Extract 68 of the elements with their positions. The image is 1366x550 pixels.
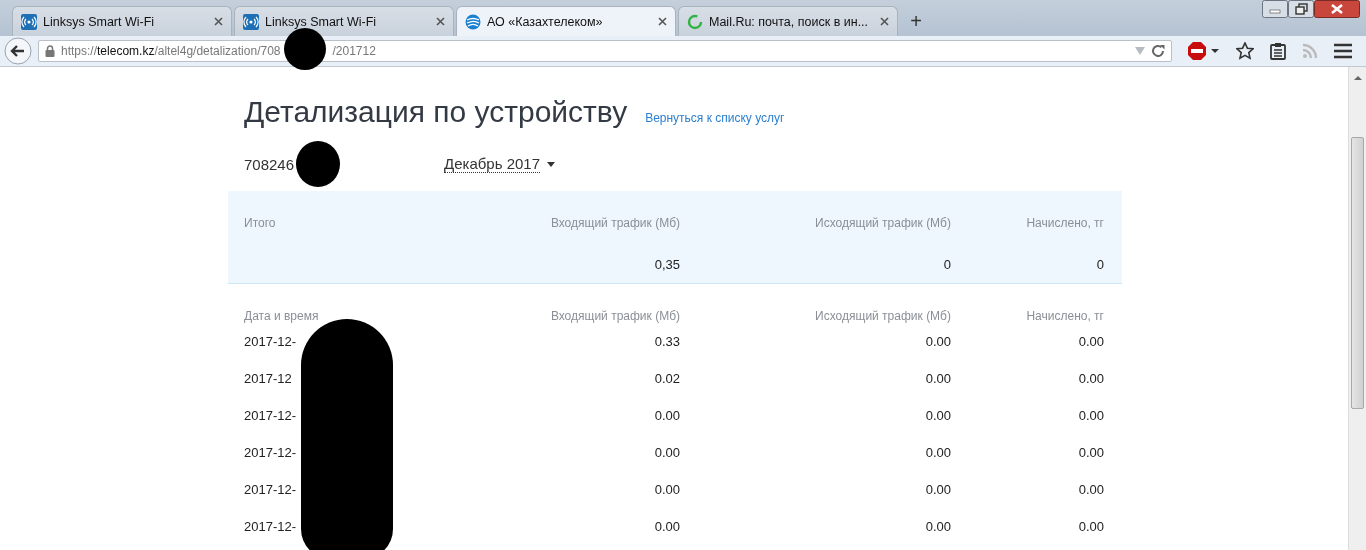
back-link[interactable]: Вернуться к списку услуг — [645, 111, 785, 125]
table-cell-text: 0.00 — [653, 481, 680, 499]
table-cell-text: 2017-12 — [244, 370, 293, 388]
wireless-icon — [243, 13, 259, 30]
browser-tab[interactable]: Mail.Ru: почта, поиск в ин... — [678, 6, 898, 36]
browser-tab[interactable]: АО «Казахтелеком» — [456, 6, 676, 36]
reload-icon[interactable] — [1151, 44, 1165, 58]
table-cell-text: 0.02 — [653, 370, 680, 388]
table-cell-text: 0 — [1095, 255, 1104, 274]
table-cell-text: 0.00 — [924, 444, 951, 462]
table-cell-text: 0.00 — [1077, 407, 1104, 425]
table-cell-text: 0.00 — [924, 481, 951, 499]
close-icon[interactable] — [436, 17, 445, 26]
table-cell-text: 0.33 — [653, 333, 680, 351]
lock-icon — [45, 45, 55, 57]
table-cell-text: 2017-12- — [244, 444, 298, 462]
star-icon[interactable] — [1236, 42, 1254, 60]
column-header: Входящий трафик (Мб) — [549, 216, 680, 232]
wireless-icon — [21, 13, 37, 30]
browser-tab[interactable]: Linksys Smart Wi-Fi — [12, 6, 232, 36]
caret-icon — [547, 161, 556, 167]
table-cell-text: 0.00 — [1077, 333, 1104, 351]
table-cell-text: 2017-12- — [244, 481, 298, 499]
column-header: Входящий трафик (Мб) — [549, 309, 680, 323]
column-header: Начислено, тг — [1025, 216, 1104, 232]
table-cell-text: 2017-12- — [244, 333, 298, 351]
url-text: https://telecom.kz/altel4g/detalization/708 — [61, 44, 281, 58]
table-cell-text: 0.00 — [924, 518, 951, 536]
address-bar[interactable]: https://telecom.kz/altel4g/detalization/708 /201712 — [38, 40, 1172, 62]
loading-icon — [687, 13, 703, 30]
new-tab-button[interactable]: + — [900, 6, 932, 36]
table-cell-text: 0.00 — [1077, 444, 1104, 462]
close-icon[interactable] — [1314, 0, 1360, 18]
close-icon[interactable] — [880, 17, 889, 26]
table-cell-text: 0 — [942, 255, 951, 274]
globe-icon — [465, 13, 481, 30]
redaction-mark — [284, 28, 326, 70]
scrollbar[interactable] — [1348, 67, 1366, 550]
table-cell-text: 0.00 — [653, 407, 680, 425]
period-dropdown[interactable]: Декабрь 2017 — [444, 155, 556, 173]
table-cell-text: 0.00 — [924, 370, 951, 388]
column-header: Дата и время — [244, 309, 320, 323]
table-cell-text: 0.00 — [924, 333, 951, 351]
column-header: Начислено, тг — [1025, 309, 1104, 323]
device-number: 708246 — [244, 155, 295, 173]
page-title: Детализация по устройству — [244, 95, 628, 129]
redaction-mark — [296, 141, 341, 187]
table-cell-text: 0.00 — [1077, 481, 1104, 499]
column-header: Исходящий трафик (Мб) — [814, 309, 951, 323]
table-cell-text: 0.00 — [924, 407, 951, 425]
url-text: /201712 — [332, 44, 376, 58]
minimize-icon[interactable] — [1262, 0, 1288, 18]
table-cell-text: 2017-12- — [244, 518, 298, 536]
menu-icon[interactable] — [1334, 43, 1352, 59]
close-icon[interactable] — [214, 17, 223, 26]
table-cell-text: 2017-12- — [244, 407, 298, 425]
table-cell-text: 0,35 — [653, 255, 680, 274]
table-cell-text: 0.00 — [653, 518, 680, 536]
clipboard-icon[interactable] — [1270, 42, 1286, 60]
table-cell-text: 0.00 — [1077, 370, 1104, 388]
table-cell-text: 0.00 — [1077, 518, 1104, 536]
browser-tab[interactable]: Linksys Smart Wi-Fi — [234, 6, 454, 36]
column-header: Итого — [244, 216, 277, 232]
restore-icon[interactable] — [1288, 0, 1314, 18]
table-cell-text: 0.00 — [653, 444, 680, 462]
close-icon[interactable] — [658, 17, 667, 26]
column-header: Исходящий трафик (Мб) — [814, 216, 951, 232]
back-icon[interactable] — [4, 37, 32, 65]
